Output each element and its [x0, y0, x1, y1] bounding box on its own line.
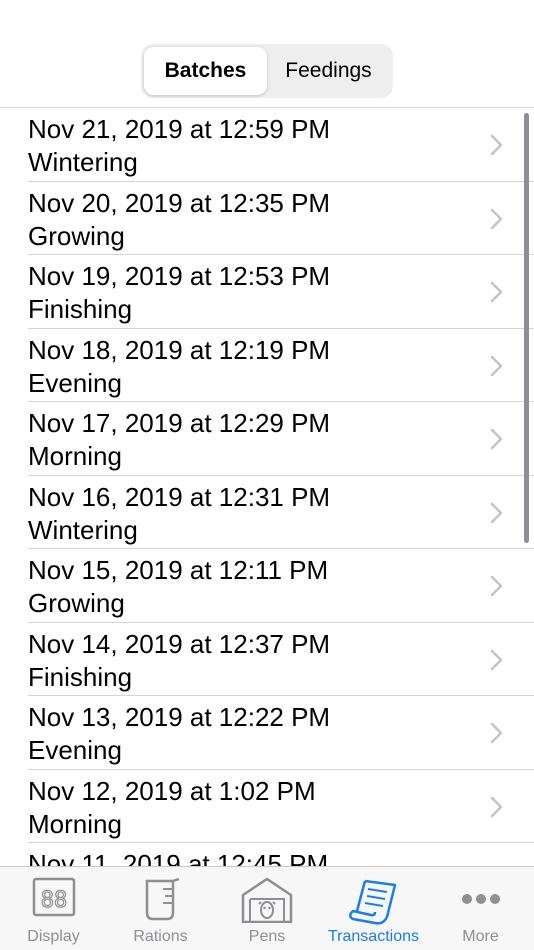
chevron-right-icon [490, 208, 503, 229]
list-item[interactable]: Nov 21, 2019 at 12:59 PM Wintering [0, 108, 534, 182]
top-bar: Batches Feedings [0, 0, 534, 108]
list-item[interactable]: Nov 18, 2019 at 12:19 PM Evening [0, 329, 534, 402]
chevron-right-icon [490, 134, 503, 156]
batch-date: Nov 20, 2019 at 12:35 PM [28, 187, 331, 218]
list-item[interactable]: Nov 19, 2019 at 12:53 PM Finishing [0, 255, 534, 329]
batch-name: Evening [28, 367, 122, 398]
list-item[interactable]: Nov 13, 2019 at 12:22 PM Evening [0, 696, 534, 770]
tab-label: Pens [248, 928, 286, 945]
batch-date: Nov 16, 2019 at 12:31 PM [28, 481, 331, 512]
beaker-icon [145, 877, 179, 921]
segment-feedings[interactable]: Feedings [267, 47, 390, 95]
chevron-right-icon [490, 502, 503, 523]
list-item[interactable]: Nov 16, 2019 at 12:31 PM Wintering [0, 476, 534, 549]
list-item[interactable]: Nov 20, 2019 at 12:35 PM Growing [0, 182, 534, 255]
tab-rations[interactable]: Rations [107, 867, 214, 950]
chevron-right-icon [490, 649, 503, 670]
batch-date: Nov 19, 2019 at 12:53 PM [28, 261, 331, 291]
chevron-right-icon [490, 722, 503, 744]
batch-name: Wintering [28, 147, 138, 177]
tab-pens[interactable]: Pens [214, 867, 320, 950]
chevron-right-icon [490, 575, 503, 597]
list-item[interactable]: Nov 11, 2019 at 12:45 PM [0, 843, 534, 866]
chevron-right-icon [490, 281, 503, 303]
list-item[interactable]: Nov 17, 2019 at 12:29 PM Morning [0, 402, 534, 476]
batch-name: Growing [28, 588, 125, 618]
segment-batches[interactable]: Batches [144, 47, 267, 95]
chevron-right-icon [490, 355, 503, 376]
tab-label: Transactions [328, 928, 419, 945]
display-icon: 88 [32, 877, 75, 917]
tab-bar: 88 Display Rations Pens Transactions Mor… [0, 866, 534, 950]
transactions-list[interactable]: Nov 21, 2019 at 12:59 PM Wintering Nov 20,… [0, 108, 534, 866]
batch-date: Nov 18, 2019 at 12:19 PM [28, 334, 331, 365]
batch-date: Nov 21, 2019 at 12:59 PM [28, 114, 331, 144]
batch-date: Nov 17, 2019 at 12:29 PM [28, 408, 331, 438]
batch-name: Finishing [28, 661, 133, 692]
batch-name: Morning [28, 808, 122, 839]
tab-display[interactable]: 88 Display [0, 867, 107, 950]
svg-text:88: 88 [40, 888, 67, 913]
batch-name: Growing [28, 220, 125, 251]
barn-icon [241, 877, 293, 923]
batch-date: Nov 15, 2019 at 12:11 PM [28, 555, 329, 585]
list-item[interactable]: Nov 15, 2019 at 12:11 PM Growing [0, 549, 534, 623]
tab-label: Rations [133, 928, 188, 945]
batch-name: Morning [28, 441, 122, 471]
batches-feedings-segmented-control: Batches Feedings [141, 44, 393, 98]
batch-name: Wintering [28, 514, 138, 545]
batch-name: Evening [28, 735, 122, 765]
batch-date: Nov 13, 2019 at 12:22 PM [28, 702, 331, 732]
tab-label: More [462, 928, 499, 945]
tab-more[interactable]: More [427, 867, 534, 950]
list-item[interactable]: Nov 14, 2019 at 12:37 PM Finishing [0, 623, 534, 696]
receipt-icon [348, 879, 396, 925]
more-icon [461, 894, 500, 904]
chevron-right-icon [490, 796, 503, 817]
scrollbar[interactable] [524, 113, 529, 543]
batch-date: Nov 11, 2019 at 12:45 PM [28, 849, 329, 866]
tab-transactions[interactable]: Transactions [320, 867, 427, 950]
batch-date: Nov 12, 2019 at 1:02 PM [28, 775, 316, 806]
batch-date: Nov 14, 2019 at 12:37 PM [28, 628, 331, 659]
batch-name: Finishing [28, 294, 133, 324]
tab-label: Display [27, 928, 80, 945]
list-item[interactable]: Nov 12, 2019 at 1:02 PM Morning [0, 770, 534, 843]
chevron-right-icon [490, 428, 503, 450]
